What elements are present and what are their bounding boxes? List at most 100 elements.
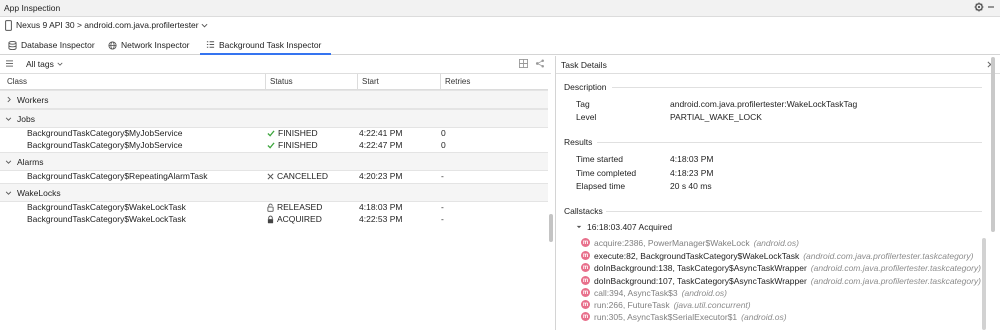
device-label: Nexus 9 API 30 > android.com.java.profil… (16, 20, 199, 30)
stack-frame[interactable]: m doInBackground:107, TaskCategory$Async… (581, 275, 981, 286)
table-row[interactable]: BackgroundTaskCategory$MyJobService FINI… (0, 128, 548, 140)
chevron-down-icon (5, 159, 12, 164)
frame-method: execute:82, BackgroundTaskCategory$WakeL… (594, 250, 800, 261)
tag-filter-dropdown[interactable]: All tags (26, 59, 63, 69)
section-divider (597, 142, 982, 143)
frame-package: (android.com.java.profilertester.taskcat… (803, 250, 974, 261)
details-scrollbar[interactable] (991, 57, 995, 232)
column-header-class[interactable]: Class (7, 77, 27, 86)
chevron-down-icon (576, 225, 582, 229)
tab-database-inspector[interactable]: Database Inspector (8, 36, 98, 54)
cell-status: ACQUIRED (267, 214, 322, 224)
callstack-scrollbar[interactable] (982, 238, 986, 330)
tag-value: android.com.java.profilertester:WakeLock… (670, 99, 858, 109)
cell-class: BackgroundTaskCategory$WakeLockTask (27, 214, 186, 224)
cell-status: RELEASED (267, 202, 322, 212)
stack-frame[interactable]: m call:394, AsyncTask$3 (android.os) (581, 287, 727, 298)
cell-retries: - (441, 202, 444, 212)
task-list-icon (206, 41, 215, 48)
column-divider[interactable] (357, 74, 358, 89)
group-label: Workers (17, 94, 49, 105)
tab-label: Network Inspector (121, 40, 190, 50)
time-completed-value: 4:18:23 PM (670, 168, 714, 178)
group-label: WakeLocks (17, 187, 61, 198)
table-view-icon[interactable] (519, 59, 528, 68)
table-row[interactable]: BackgroundTaskCategory$MyJobService FINI… (0, 140, 548, 152)
column-divider[interactable] (265, 74, 266, 89)
x-icon (267, 173, 274, 179)
stack-frame[interactable]: m doInBackground:138, TaskCategory$Async… (581, 262, 981, 273)
frame-method: call:394, AsyncTask$3 (594, 287, 678, 298)
time-started-key: Time started (576, 154, 623, 164)
table-row[interactable]: BackgroundTaskCategory$WakeLockTask ACQU… (0, 214, 548, 226)
stack-frame[interactable]: m execute:82, BackgroundTaskCategory$Wak… (581, 250, 973, 261)
locked-icon (267, 215, 274, 223)
group-jobs[interactable]: Jobs (0, 109, 548, 128)
status-text: ACQUIRED (277, 214, 322, 224)
stack-frame[interactable]: m run:266, FutureTask (java.util.concurr… (581, 299, 751, 310)
device-selector[interactable]: Nexus 9 API 30 > android.com.java.profil… (0, 17, 220, 33)
minimize-icon[interactable] (987, 3, 995, 11)
method-icon: m (581, 263, 590, 272)
level-key: Level (576, 112, 597, 122)
frame-package: (android.os) (753, 237, 799, 248)
graph-view-icon[interactable] (535, 59, 545, 68)
group-alarms[interactable]: Alarms (0, 152, 548, 171)
device-icon (5, 20, 12, 31)
cell-retries: - (441, 214, 444, 224)
panel-splitter[interactable] (555, 56, 556, 330)
tab-label: Background Task Inspector (219, 39, 322, 50)
frame-package: (android.os) (741, 311, 787, 322)
section-divider (612, 87, 982, 88)
method-icon: m (581, 276, 590, 285)
gear-icon[interactable] (974, 2, 984, 12)
unlocked-icon (267, 203, 274, 212)
task-details-title: Task Details (561, 60, 607, 70)
cell-status: FINISHED (267, 140, 318, 150)
column-header-start[interactable]: Start (362, 77, 379, 86)
window-title: App Inspection (4, 3, 61, 13)
cell-class: BackgroundTaskCategory$RepeatingAlarmTas… (27, 171, 208, 181)
cell-start: 4:22:53 PM (359, 214, 403, 224)
time-completed-key: Time completed (576, 168, 637, 178)
check-icon (267, 129, 275, 137)
group-wakelocks[interactable]: WakeLocks (0, 183, 548, 202)
cell-class: BackgroundTaskCategory$WakeLockTask (27, 202, 186, 212)
cell-start: 4:22:41 PM (359, 128, 403, 138)
tab-network-inspector[interactable]: Network Inspector (108, 36, 194, 54)
stack-frame[interactable]: m acquire:2386, PowerManager$WakeLock (a… (581, 237, 799, 248)
chevron-down-icon (57, 62, 63, 66)
status-text: FINISHED (278, 140, 318, 150)
menu-icon[interactable] (6, 60, 13, 67)
task-details-header: Task Details (556, 56, 1000, 74)
frame-method: run:305, AsyncTask$SerialExecutor$1 (594, 311, 738, 322)
task-toolbar: All tags (0, 56, 551, 74)
group-label: Jobs (17, 113, 35, 124)
check-icon (267, 141, 275, 149)
table-row[interactable]: BackgroundTaskCategory$RepeatingAlarmTas… (0, 171, 548, 183)
frame-method: run:266, FutureTask (594, 299, 670, 310)
column-header-status[interactable]: Status (270, 77, 293, 86)
column-divider[interactable] (440, 74, 441, 89)
table-row[interactable]: BackgroundTaskCategory$WakeLockTask RELE… (0, 202, 548, 214)
tab-background-task-inspector[interactable]: Background Task Inspector (200, 36, 331, 55)
method-icon: m (581, 288, 590, 297)
frame-package: (android.os) (681, 287, 727, 298)
cell-status: CANCELLED (267, 171, 328, 181)
tag-key: Tag (576, 99, 590, 109)
group-workers[interactable]: Workers (0, 90, 548, 109)
status-text: CANCELLED (277, 171, 329, 181)
column-header-retries[interactable]: Retries (445, 77, 470, 86)
task-table-scrollbar[interactable] (549, 214, 553, 242)
callstack-entry[interactable]: 16:18:03.407 Acquired (576, 222, 672, 232)
method-icon: m (581, 300, 590, 309)
cell-start: 4:18:03 PM (359, 202, 403, 212)
stack-frame[interactable]: m run:305, AsyncTask$SerialExecutor$1 (a… (581, 311, 787, 322)
level-value: PARTIAL_WAKE_LOCK (670, 112, 762, 122)
database-icon (8, 40, 17, 50)
group-label: Alarms (17, 156, 44, 167)
chevron-right-icon (7, 96, 11, 103)
callstacks-section-title: Callstacks (564, 206, 603, 216)
cell-retries: 0 (441, 128, 446, 138)
status-text: RELEASED (277, 202, 323, 212)
